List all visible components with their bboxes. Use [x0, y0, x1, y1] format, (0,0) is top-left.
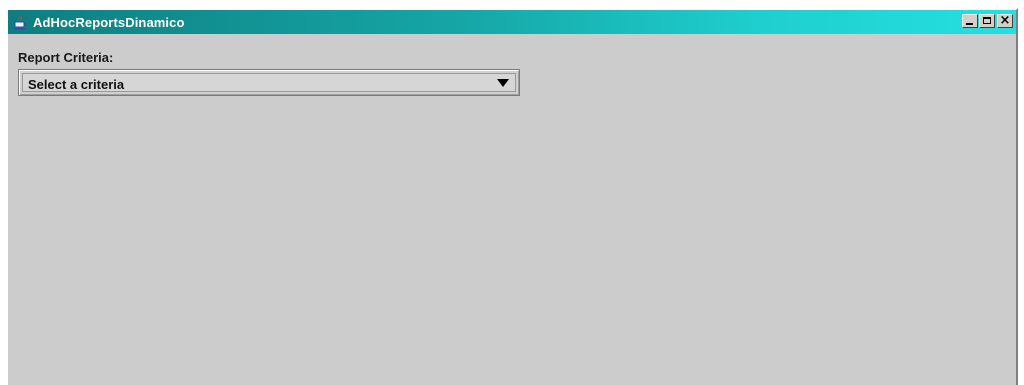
select-field[interactable]: Select a criteria — [22, 73, 516, 92]
selected-criteria-value: Select a criteria — [28, 77, 125, 92]
app-window: AdHocReportsDinamico × Report Criteria: … — [6, 8, 1018, 385]
window-controls: × — [961, 13, 1013, 28]
minimize-icon — [966, 23, 973, 25]
title-bar[interactable]: AdHocReportsDinamico × — [8, 10, 1016, 34]
close-button[interactable]: × — [997, 13, 1013, 28]
close-icon: × — [999, 13, 1011, 28]
report-criteria-select[interactable]: Select a criteria — [18, 69, 520, 96]
maximize-button[interactable] — [979, 14, 995, 28]
report-criteria-label: Report Criteria: — [18, 50, 114, 65]
chevron-down-icon[interactable] — [497, 79, 509, 87]
java-cup-icon — [13, 14, 27, 30]
maximize-icon — [983, 17, 991, 24]
minimize-button[interactable] — [962, 14, 978, 28]
window-title: AdHocReportsDinamico — [33, 14, 185, 30]
